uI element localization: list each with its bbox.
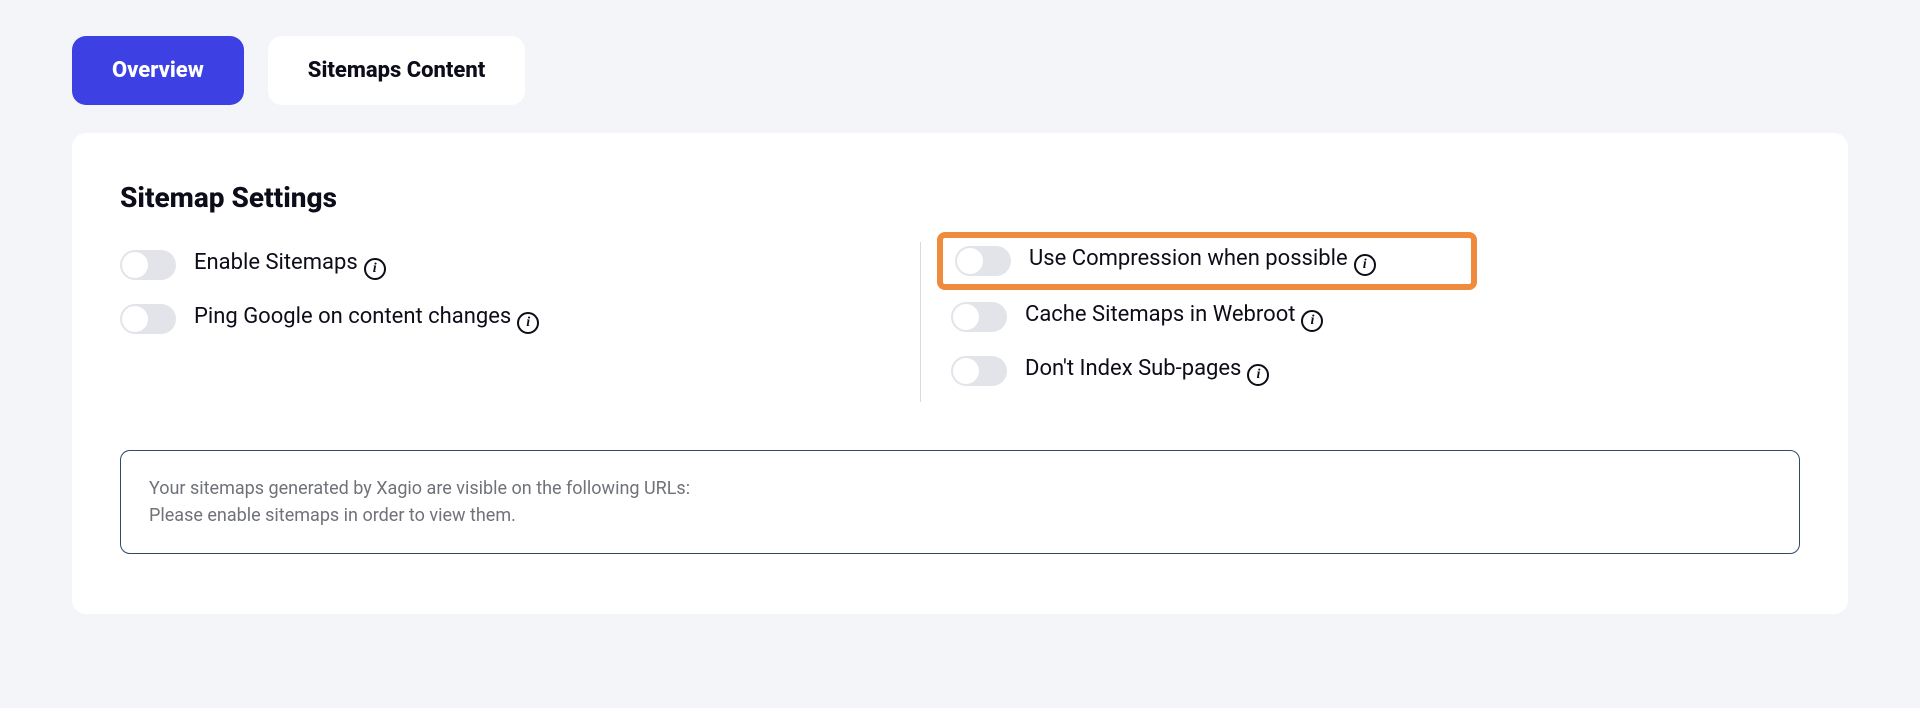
toggle-ping-google[interactable] [120, 304, 176, 334]
toggle-use-compression[interactable] [955, 246, 1011, 276]
setting-dont-index-subpages: Don't Index Sub-pagesi [951, 348, 1800, 394]
settings-card: Sitemap Settings Enable Sitemapsi Ping G… [72, 133, 1848, 614]
label-ping-google: Ping Google on content changesi [194, 304, 539, 334]
setting-cache-sitemaps: Cache Sitemaps in Webrooti [951, 294, 1800, 340]
setting-enable-sitemaps: Enable Sitemapsi [120, 242, 920, 288]
notice-box: Your sitemaps generated by Xagio are vis… [120, 450, 1800, 554]
label-dont-index-subpages: Don't Index Sub-pagesi [1025, 356, 1269, 386]
label-use-compression: Use Compression when possiblei [1029, 246, 1376, 276]
info-icon[interactable]: i [517, 312, 539, 334]
settings-row: Enable Sitemapsi Ping Google on content … [120, 242, 1800, 402]
info-icon[interactable]: i [1354, 254, 1376, 276]
setting-use-compression: Use Compression when possiblei [937, 232, 1477, 290]
toggle-cache-sitemaps[interactable] [951, 302, 1007, 332]
info-icon[interactable]: i [364, 258, 386, 280]
info-icon[interactable]: i [1247, 364, 1269, 386]
tab-sitemaps-content[interactable]: Sitemaps Content [268, 36, 525, 105]
notice-line-2: Please enable sitemaps in order to view … [149, 502, 1771, 529]
notice-line-1: Your sitemaps generated by Xagio are vis… [149, 475, 1771, 502]
label-cache-sitemaps: Cache Sitemaps in Webrooti [1025, 302, 1323, 332]
toggle-enable-sitemaps[interactable] [120, 250, 176, 280]
page-title: Sitemap Settings [120, 181, 1800, 214]
toggle-dont-index-subpages[interactable] [951, 356, 1007, 386]
settings-column-right: Use Compression when possiblei Cache Sit… [920, 242, 1800, 402]
tab-overview[interactable]: Overview [72, 36, 244, 105]
info-icon[interactable]: i [1301, 310, 1323, 332]
tabs: Overview Sitemaps Content [72, 36, 1848, 105]
setting-ping-google: Ping Google on content changesi [120, 296, 920, 342]
label-enable-sitemaps: Enable Sitemapsi [194, 250, 386, 280]
settings-column-left: Enable Sitemapsi Ping Google on content … [120, 242, 920, 402]
